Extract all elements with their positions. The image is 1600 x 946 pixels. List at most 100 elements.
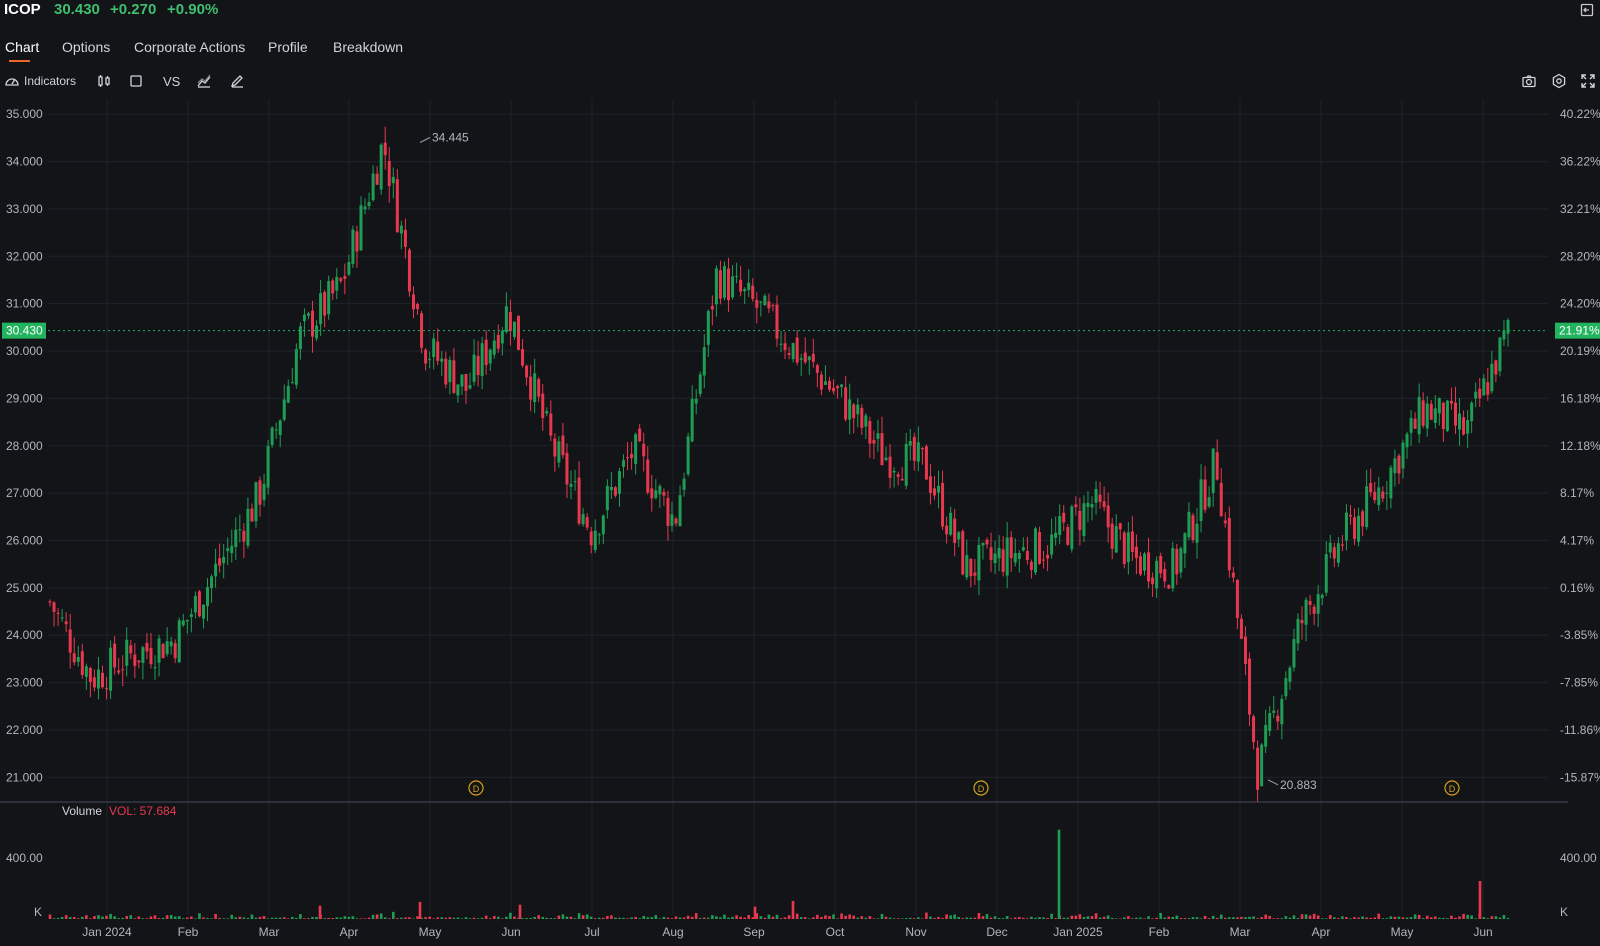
indicators-button[interactable]: Indicators <box>4 72 76 90</box>
volume-bar <box>56 918 60 919</box>
candlestick-type-icon[interactable] <box>96 72 112 90</box>
x-tick-label: Jul <box>584 925 599 939</box>
candle-body <box>932 488 936 496</box>
candle-body <box>72 653 76 663</box>
volume-bar <box>1248 916 1251 919</box>
volume-bar <box>1385 918 1389 919</box>
volume-bar <box>860 916 864 919</box>
volume-bar <box>492 915 496 919</box>
volume-bar <box>375 914 379 919</box>
candle-body <box>617 471 621 494</box>
volume-bar <box>416 916 419 919</box>
candle-body <box>1005 537 1009 576</box>
candle-body <box>561 435 565 456</box>
candle-body <box>1292 639 1296 668</box>
price-chart[interactable]: 35.000 40.22% 34.000 36.22% 33.000 32.21% 32.0… <box>0 96 1600 946</box>
candle-body <box>153 667 157 669</box>
fullscreen-icon[interactable] <box>1580 72 1596 90</box>
candle-body <box>201 604 205 619</box>
candle-body <box>662 491 666 496</box>
candle-body <box>860 407 864 428</box>
volume-bar <box>1219 914 1223 919</box>
candle-body <box>581 514 585 525</box>
volume-bar <box>113 916 116 919</box>
volume-bar <box>428 916 431 919</box>
volume-bar <box>969 917 973 919</box>
volume-bar <box>816 914 819 919</box>
candle-body <box>876 433 880 439</box>
volume-bar <box>666 917 670 919</box>
candle-body <box>270 427 274 446</box>
volume-bar <box>1199 918 1203 919</box>
price-change-percent: +0.90% <box>167 1 219 18</box>
candle-body <box>900 478 904 481</box>
tab-chart[interactable]: Chart <box>5 39 39 55</box>
volume-bar <box>173 916 177 919</box>
candle-body <box>654 490 658 498</box>
volume-bar <box>1292 915 1296 919</box>
chart-toolbar: Indicators VS <box>0 70 1600 92</box>
volume-bar <box>1361 916 1364 919</box>
volume-bar <box>97 915 100 919</box>
settings-gear-icon[interactable] <box>1551 72 1567 90</box>
candle-body <box>747 282 751 291</box>
candle-body <box>319 293 323 325</box>
candle-body <box>710 305 714 310</box>
volume-spike-bar <box>1478 881 1482 919</box>
square-layout-icon[interactable] <box>128 72 144 90</box>
candle-body <box>609 487 613 491</box>
candle-body <box>658 486 662 495</box>
volume-bar <box>658 918 662 919</box>
volume-bar <box>266 918 270 919</box>
candle-body <box>1243 636 1247 664</box>
candle-body <box>424 349 428 364</box>
draw-pencil-icon[interactable] <box>229 72 245 90</box>
volume-bar <box>1268 915 1272 919</box>
volume-bar <box>1005 916 1009 919</box>
tab-breakdown[interactable]: Breakdown <box>333 39 403 55</box>
candle-body <box>101 672 105 688</box>
candle-body <box>157 638 161 663</box>
volume-bar <box>379 913 383 919</box>
candle-body <box>1078 510 1082 531</box>
volume-bar <box>347 916 351 919</box>
volume-bar <box>767 914 771 919</box>
volume-bar <box>1328 915 1332 919</box>
compare-vs-button[interactable]: VS <box>163 72 180 90</box>
volume-bar <box>581 915 585 919</box>
tab-corporate-actions[interactable]: Corporate Actions <box>134 39 245 55</box>
candle-body <box>1361 511 1365 527</box>
tab-options[interactable]: Options <box>62 39 110 55</box>
candle-body <box>56 612 60 614</box>
candle-body <box>650 488 654 499</box>
volume-bar <box>1098 917 1102 919</box>
candle-body <box>856 404 860 415</box>
candle-body <box>1098 494 1102 502</box>
chart-type-icon[interactable] <box>196 72 212 90</box>
volume-bar <box>299 914 302 919</box>
volume-bar <box>1324 918 1328 919</box>
volume-bar <box>72 917 76 919</box>
volume-bar <box>1191 917 1195 919</box>
candle-body <box>1421 400 1425 426</box>
volume-bar <box>1438 917 1441 919</box>
candle-body <box>1437 398 1441 414</box>
volume-bar <box>109 913 112 919</box>
candle-body <box>472 354 476 382</box>
candle-body <box>428 359 432 361</box>
volume-bar <box>464 917 468 919</box>
camera-icon[interactable] <box>1521 72 1537 90</box>
volume-bar <box>125 916 129 919</box>
volume-bar <box>186 917 189 919</box>
volume-bar <box>68 917 72 919</box>
volume-bar <box>1232 917 1235 919</box>
x-tick-label: Sep <box>743 925 765 939</box>
candle-body <box>1397 455 1401 474</box>
tab-profile[interactable]: Profile <box>268 39 308 55</box>
candle-body <box>347 262 351 275</box>
volume-bar <box>137 916 141 919</box>
candle-body <box>1126 532 1130 563</box>
volume-bar <box>1421 918 1425 919</box>
exit-icon[interactable] <box>1580 3 1594 17</box>
candle-body <box>973 572 977 576</box>
